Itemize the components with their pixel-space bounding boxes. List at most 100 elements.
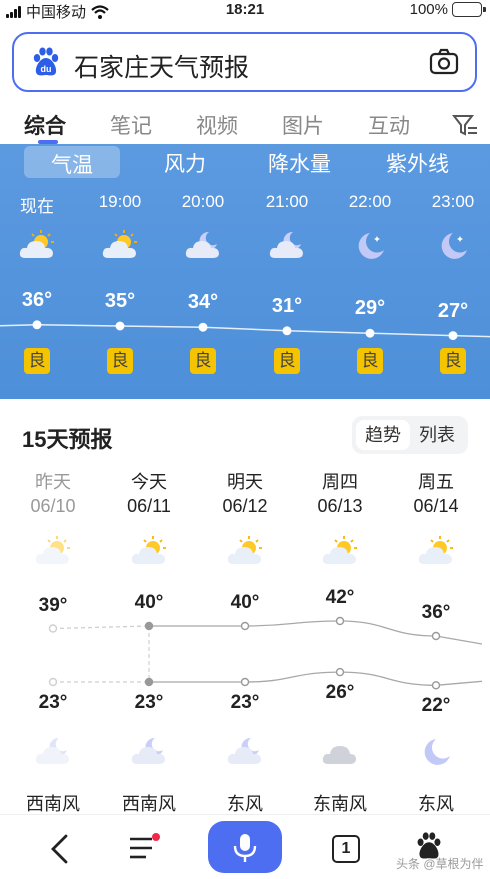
aqi-badge: 良 bbox=[24, 348, 50, 374]
moon-icon bbox=[350, 228, 390, 264]
high-temp-line bbox=[149, 620, 482, 645]
battery-percent: 100% bbox=[409, 1, 448, 18]
search-bar[interactable]: du 石家庄天气预报 bbox=[12, 32, 477, 92]
high-temp-point bbox=[431, 631, 441, 641]
aqi-badge: 良 bbox=[440, 348, 466, 374]
hourly-temp-point bbox=[115, 321, 125, 331]
tab-notes[interactable]: 笔记 bbox=[110, 110, 152, 140]
day-date: 06/11 bbox=[127, 496, 171, 516]
moon-cloud-icon bbox=[129, 734, 169, 770]
hour-label: 现在 bbox=[20, 197, 54, 216]
moon-icon bbox=[416, 734, 456, 770]
hourly-temp-curve bbox=[0, 320, 490, 341]
hour-label: 20:00 bbox=[181, 192, 225, 211]
low-temp-label: 22° bbox=[421, 695, 451, 717]
hour-label: 21:00 bbox=[265, 192, 309, 211]
hour-temp-label: 35° bbox=[104, 290, 136, 312]
day-name: 昨天 bbox=[35, 472, 71, 492]
low-temp-point bbox=[431, 681, 441, 690]
sun-cloud-icon bbox=[416, 534, 456, 570]
day-name: 明天 bbox=[227, 472, 263, 492]
search-input[interactable]: 石家庄天气预报 bbox=[74, 48, 249, 84]
hourly-temp-point bbox=[365, 328, 375, 338]
day-name: 周四 bbox=[322, 472, 358, 492]
high-temp-point bbox=[240, 621, 250, 631]
hourly-temp-point bbox=[448, 331, 458, 341]
high-temp-line-past-segment bbox=[52, 625, 150, 630]
baidu-paw-icon[interactable]: du bbox=[30, 46, 62, 78]
high-temp-label: 40° bbox=[134, 592, 164, 613]
hourly-forecast-panel: 气温 风力 降水量 紫外线 现在 36° 良 19:00 35° 良 20:00 34° 良 21… bbox=[0, 144, 490, 399]
filter-icon[interactable] bbox=[452, 112, 478, 138]
battery-icon: ⚡ bbox=[452, 1, 486, 17]
low-temp-point bbox=[48, 677, 58, 687]
sun-cloud-icon bbox=[320, 534, 360, 570]
hour-temp-label: 31° bbox=[271, 294, 303, 317]
tab-interact[interactable]: 互动 bbox=[368, 110, 410, 140]
status-bar: 中国移动 18:21 100% ⚡ bbox=[0, 0, 490, 22]
aqi-badge: 良 bbox=[357, 348, 383, 374]
day-name: 今天 bbox=[131, 472, 167, 492]
bottom-nav: 1 头条 @草根为伴 bbox=[0, 814, 490, 879]
high-temp-point bbox=[48, 624, 58, 633]
high-temp-point bbox=[335, 616, 345, 626]
high-temp-label: 39° bbox=[38, 594, 68, 616]
tab-videos[interactable]: 视频 bbox=[196, 110, 238, 140]
hour-label: 23:00 bbox=[431, 192, 475, 211]
menu-icon[interactable] bbox=[128, 833, 162, 863]
wind-direction: 西南风 bbox=[122, 794, 176, 814]
wind-direction: 东风 bbox=[227, 794, 263, 814]
hour-label: 19:00 bbox=[98, 192, 142, 211]
voice-search-button[interactable] bbox=[208, 821, 282, 873]
hour-temp-label: 36° bbox=[21, 288, 53, 311]
sun-cloud-icon bbox=[225, 534, 265, 570]
moon-cloud-icon bbox=[33, 734, 73, 770]
aqi-badge: 良 bbox=[107, 348, 133, 374]
search-tabs: 综合 笔记 视频 图片 互动 bbox=[0, 104, 490, 144]
low-temp-label: 23° bbox=[134, 692, 164, 713]
day-date: 06/12 bbox=[222, 496, 268, 516]
moon-cloud-icon bbox=[183, 228, 223, 264]
hourly-temp-point bbox=[32, 320, 42, 330]
high-temp-label: 36° bbox=[421, 602, 451, 623]
low-temp-label: 23° bbox=[38, 692, 68, 713]
tab-switcher-button[interactable]: 1 bbox=[332, 835, 360, 863]
hour-temp-label: 29° bbox=[354, 297, 386, 320]
camera-icon[interactable] bbox=[429, 48, 459, 76]
tab-overview[interactable]: 综合 bbox=[24, 110, 66, 140]
wind-direction: 东风 bbox=[418, 794, 454, 814]
hourly-temp-point bbox=[198, 322, 208, 332]
sun-cloud-icon bbox=[17, 228, 57, 264]
hour-temp-label: 34° bbox=[187, 291, 219, 314]
sun-cloud-icon bbox=[129, 534, 169, 570]
watermark: 头条 @草根为伴 bbox=[396, 857, 484, 871]
logo-text: du bbox=[41, 64, 52, 74]
microphone-icon bbox=[233, 834, 257, 862]
hour-temp-label: 27° bbox=[437, 299, 469, 322]
low-temp-label: 26° bbox=[325, 682, 355, 704]
low-temp-point bbox=[335, 667, 345, 677]
high-temp-label: 42° bbox=[325, 587, 355, 608]
wind-direction: 西南风 bbox=[26, 794, 80, 814]
hour-label: 22:00 bbox=[348, 192, 392, 211]
sun-cloud-icon bbox=[33, 534, 73, 570]
aqi-badge: 良 bbox=[190, 348, 216, 374]
wind-direction: 东南风 bbox=[313, 794, 367, 814]
low-temp-point bbox=[144, 677, 154, 687]
cloud-icon bbox=[320, 734, 360, 770]
high-temp-point bbox=[144, 621, 154, 631]
status-right: 100% ⚡ bbox=[409, 1, 486, 18]
back-arrow-icon[interactable] bbox=[48, 833, 72, 865]
moon-icon bbox=[433, 228, 473, 264]
moon-cloud-icon bbox=[225, 734, 265, 770]
low-temp-label: 23° bbox=[230, 692, 260, 713]
low-temp-point bbox=[240, 677, 250, 687]
day-name: 周五 bbox=[418, 472, 454, 492]
aqi-badge: 良 bbox=[274, 348, 300, 374]
high-temp-label: 40° bbox=[230, 592, 260, 613]
hourly-temp-point bbox=[282, 326, 292, 336]
day-date: 06/13 bbox=[317, 496, 363, 516]
sun-cloud-icon bbox=[100, 228, 140, 264]
tab-images[interactable]: 图片 bbox=[282, 110, 324, 140]
day-date: 06/10 bbox=[30, 496, 76, 516]
